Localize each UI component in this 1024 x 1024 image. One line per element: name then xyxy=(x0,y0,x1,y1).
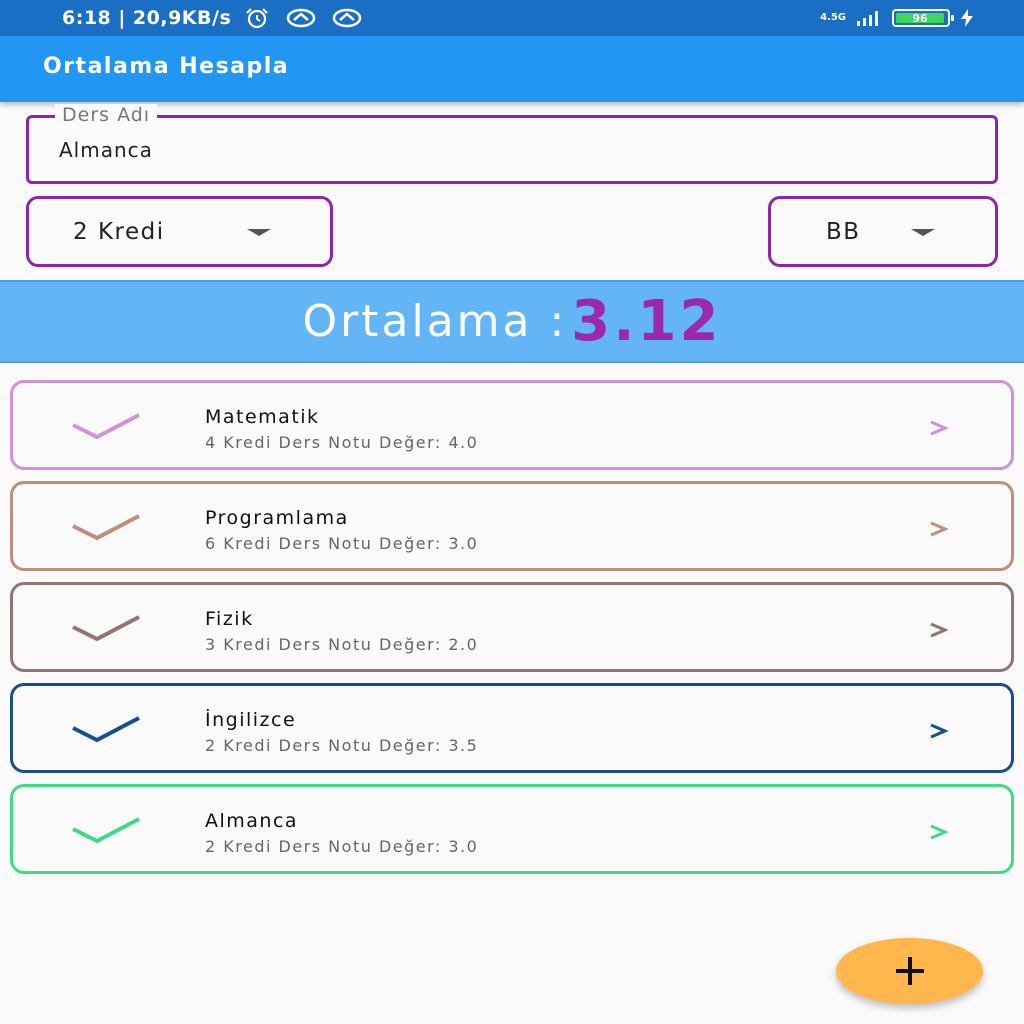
signal-icon xyxy=(857,11,878,26)
app-title: Ortalama Hesapla xyxy=(43,54,290,79)
sync-icon xyxy=(287,8,316,28)
course-list: Matematik 4 Kredi Ders Notu Değer: 4.0 Pro… xyxy=(10,380,1014,885)
battery-fill: 96 xyxy=(896,11,944,25)
caret-down-icon xyxy=(911,229,935,236)
app-bar: Ortalama Hesapla xyxy=(0,36,1024,102)
average-value: 3.12 xyxy=(571,289,722,354)
battery-icon: 96 xyxy=(892,9,954,27)
check-icon xyxy=(72,817,140,844)
check-icon xyxy=(72,514,140,541)
status-bar: 6:18 | 20,9KB/s 4.5G 96 xyxy=(0,0,1024,36)
average-label: Ortalama : xyxy=(302,296,568,347)
grade-dropdown-value: BB xyxy=(826,219,861,245)
chevron-right-icon xyxy=(930,521,948,537)
check-icon xyxy=(72,615,140,642)
battery-level: 96 xyxy=(912,11,928,25)
status-right: 4.5G 96 xyxy=(820,0,974,36)
course-name: Programlama xyxy=(205,507,349,529)
course-card[interactable]: İngilizce 2 Kredi Ders Notu Değer: 3.5 xyxy=(10,683,1014,773)
credit-dropdown-value: 2 Kredi xyxy=(73,219,165,245)
sync-icon xyxy=(333,8,362,28)
course-name-label: Ders Adı xyxy=(55,104,158,126)
course-name: Fizik xyxy=(205,608,254,630)
grade-dropdown[interactable]: BB xyxy=(768,196,998,267)
average-banner: Ortalama : 3.12 xyxy=(0,280,1024,363)
credit-dropdown[interactable]: 2 Kredi xyxy=(26,196,333,267)
check-icon xyxy=(72,413,140,440)
course-name: İngilizce xyxy=(205,709,297,731)
course-name-field[interactable]: Ders Adı xyxy=(26,104,998,184)
plus-icon xyxy=(895,957,924,985)
chevron-right-icon xyxy=(930,420,948,436)
course-detail: 4 Kredi Ders Notu Değer: 4.0 xyxy=(205,433,479,452)
course-card[interactable]: Almanca 2 Kredi Ders Notu Değer: 3.0 xyxy=(10,784,1014,874)
course-card[interactable]: Fizik 3 Kredi Ders Notu Değer: 2.0 xyxy=(10,582,1014,672)
course-detail: 2 Kredi Ders Notu Değer: 3.5 xyxy=(205,736,479,755)
chevron-right-icon xyxy=(930,622,948,638)
course-card[interactable]: Matematik 4 Kredi Ders Notu Değer: 4.0 xyxy=(10,380,1014,470)
chevron-right-icon xyxy=(930,824,948,840)
course-card[interactable]: Programlama 6 Kredi Ders Notu Değer: 3.0 xyxy=(10,481,1014,571)
caret-down-icon xyxy=(247,229,271,236)
alarm-icon xyxy=(246,8,269,29)
status-time-speed: 6:18 | 20,9KB/s xyxy=(62,7,232,29)
course-detail: 2 Kredi Ders Notu Değer: 3.0 xyxy=(205,837,479,856)
status-icons xyxy=(243,7,363,29)
course-name: Matematik xyxy=(205,406,320,428)
course-name-input[interactable] xyxy=(59,138,939,162)
course-detail: 6 Kredi Ders Notu Değer: 3.0 xyxy=(205,534,479,553)
chevron-right-icon xyxy=(930,723,948,739)
course-detail: 3 Kredi Ders Notu Değer: 2.0 xyxy=(205,635,479,654)
course-name: Almanca xyxy=(205,810,299,832)
check-icon xyxy=(72,716,140,743)
charging-icon xyxy=(961,9,973,27)
network-type: 4.5G xyxy=(820,12,846,23)
add-course-button[interactable] xyxy=(836,938,983,1004)
status-left: 6:18 | 20,9KB/s xyxy=(62,0,363,36)
